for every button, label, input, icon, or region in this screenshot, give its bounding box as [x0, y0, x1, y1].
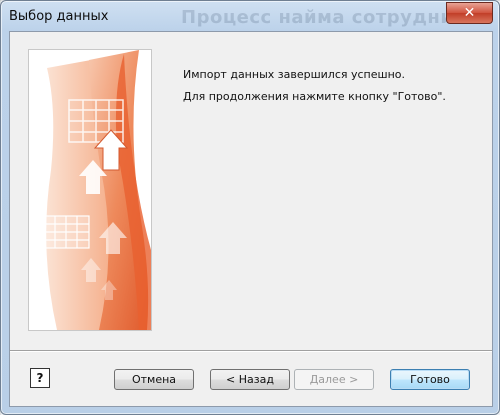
import-illustration	[42, 50, 151, 330]
back-button[interactable]: < Назад	[210, 369, 290, 390]
dialog-title: Выбор данных	[9, 9, 109, 24]
title-bar[interactable]: Процесс найма сотрудников Выбор данных ✕	[1, 1, 499, 35]
dialog-body: Импорт данных завершился успешно. Для пр…	[9, 31, 493, 407]
next-button: Далее >	[294, 369, 374, 390]
background-window-title: Процесс найма сотрудников	[181, 7, 491, 28]
data-selection-dialog: Процесс найма сотрудников Выбор данных ✕	[0, 0, 500, 415]
completion-message: Импорт данных завершился успешно. Для пр…	[183, 68, 446, 112]
wizard-banner-image	[28, 49, 152, 331]
help-button[interactable]: ?	[30, 368, 50, 388]
button-divider	[10, 350, 492, 352]
message-line-instruction: Для продолжения нажмите кнопку "Готово".	[183, 90, 446, 103]
close-icon: ✕	[463, 5, 476, 21]
cancel-button[interactable]: Отмена	[114, 369, 194, 390]
close-button[interactable]: ✕	[446, 2, 493, 24]
finish-button[interactable]: Готово	[390, 369, 470, 390]
message-line-success: Импорт данных завершился успешно.	[183, 68, 405, 81]
help-icon: ?	[36, 371, 44, 385]
